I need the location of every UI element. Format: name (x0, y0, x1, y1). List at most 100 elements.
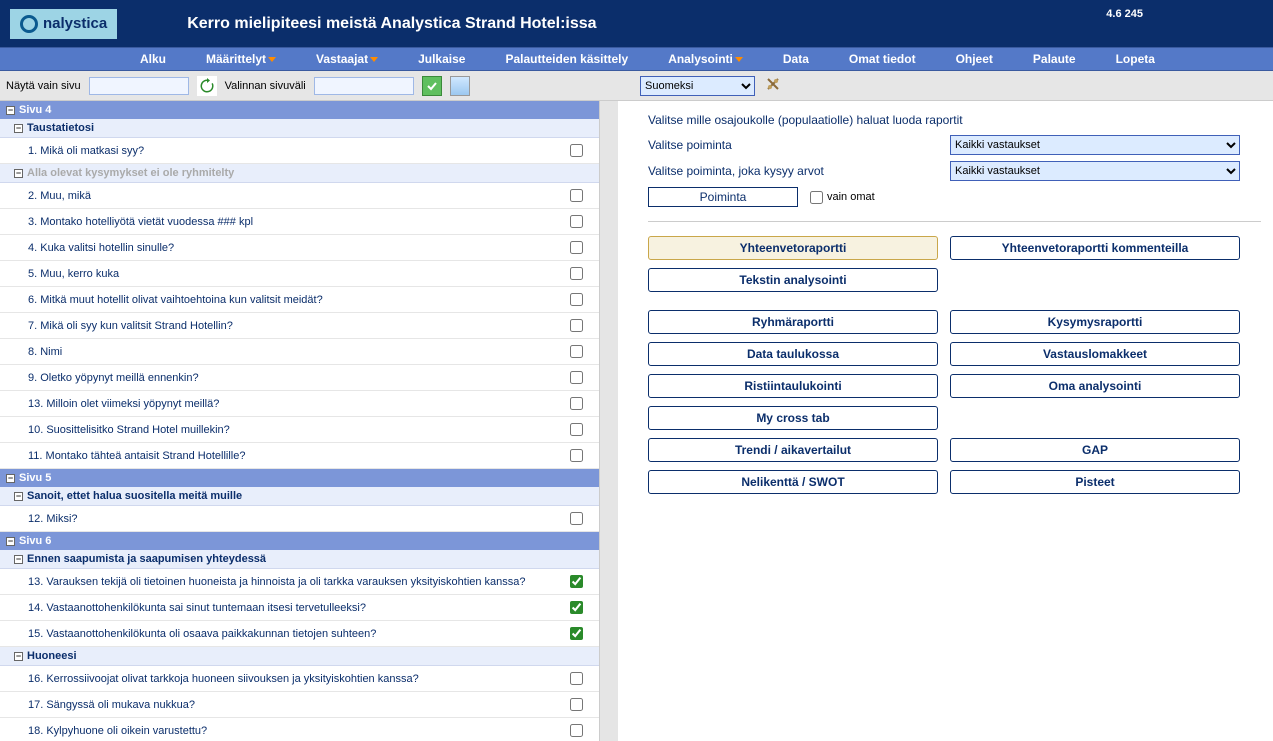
question-checkbox[interactable] (570, 397, 583, 410)
question-row[interactable]: 13. Varauksen tekijä oli tietoinen huone… (0, 569, 599, 595)
question-row[interactable]: 17. Sängyssä oli mukava nukkua? (0, 692, 599, 718)
question-checkbox[interactable] (570, 724, 583, 737)
group-header[interactable]: −Huoneesi (0, 647, 599, 666)
menu-palaute[interactable]: Palaute (1033, 52, 1076, 66)
group-header[interactable]: −Sanoit, ettet halua suositella meitä mu… (0, 487, 599, 506)
report-button[interactable]: Pisteet (950, 470, 1240, 494)
question-checkbox[interactable] (570, 319, 583, 332)
question-checkbox[interactable] (570, 627, 583, 640)
poiminta-button[interactable]: Poiminta (648, 187, 798, 207)
page-header[interactable]: −Sivu 6 (0, 532, 599, 550)
question-checkbox[interactable] (570, 698, 583, 711)
question-checkbox[interactable] (570, 575, 583, 588)
question-row[interactable]: 4. Kuka valitsi hotellin sinulle? (0, 235, 599, 261)
report-button[interactable]: Yhteenvetoraportti (648, 236, 938, 260)
menu-ohjeet[interactable]: Ohjeet (956, 52, 993, 66)
question-row[interactable]: 8. Nimi (0, 339, 599, 365)
menu-lopeta[interactable]: Lopeta (1116, 52, 1155, 66)
confirm-button[interactable] (422, 76, 442, 96)
question-row[interactable]: 14. Vastaanottohenkilökunta sai sinut tu… (0, 595, 599, 621)
question-row[interactable]: 5. Muu, kerro kuka (0, 261, 599, 287)
scrollbar[interactable] (600, 101, 618, 741)
question-row[interactable]: 12. Miksi? (0, 506, 599, 532)
menu-palautteiden käsittely[interactable]: Palautteiden käsittely (505, 52, 628, 66)
collapse-icon[interactable]: − (6, 537, 15, 546)
question-checkbox[interactable] (570, 241, 583, 254)
report-button[interactable]: Oma analysointi (950, 374, 1240, 398)
menu-omat tiedot[interactable]: Omat tiedot (849, 52, 916, 66)
question-checkbox[interactable] (570, 423, 583, 436)
question-text: 12. Miksi? (28, 513, 570, 525)
question-checkbox[interactable] (570, 512, 583, 525)
question-row[interactable]: 3. Montako hotelliyötä vietät vuodessa #… (0, 209, 599, 235)
question-row[interactable]: 15. Vastaanottohenkilökunta oli osaava p… (0, 621, 599, 647)
collapse-icon[interactable]: − (14, 652, 23, 661)
menu-julkaise[interactable]: Julkaise (418, 52, 465, 66)
menu-vastaajat[interactable]: Vastaajat (316, 52, 378, 66)
select-poiminta-label: Valitse poiminta (648, 138, 938, 152)
report-button[interactable]: Kysymysraportti (950, 310, 1240, 334)
show-only-page-input[interactable] (89, 77, 189, 95)
question-checkbox[interactable] (570, 449, 583, 462)
report-button[interactable]: Yhteenvetoraportti kommenteilla (950, 236, 1240, 260)
question-text: 8. Nimi (28, 346, 570, 358)
group-header[interactable]: −Ennen saapumista ja saapumisen yhteydes… (0, 550, 599, 569)
collapse-icon[interactable]: − (14, 555, 23, 564)
collapse-icon[interactable]: − (14, 492, 23, 501)
group-header[interactable]: −Taustatietosi (0, 119, 599, 138)
report-button[interactable]: Vastauslomakkeet (950, 342, 1240, 366)
question-text: 14. Vastaanottohenkilökunta sai sinut tu… (28, 602, 570, 614)
dropdown-arrow-icon (370, 57, 378, 62)
settings-icon[interactable] (765, 76, 781, 95)
question-row[interactable]: 10. Suosittelisitko Strand Hotel muillek… (0, 417, 599, 443)
question-checkbox[interactable] (570, 189, 583, 202)
menu-alku[interactable]: Alku (140, 52, 166, 66)
vain-omat-checkbox[interactable] (810, 191, 823, 204)
selection-range-label: Valinnan sivuväli (225, 80, 306, 92)
question-checkbox[interactable] (570, 601, 583, 614)
question-checkbox[interactable] (570, 144, 583, 157)
selection-range-input[interactable] (314, 77, 414, 95)
collapse-icon[interactable]: − (6, 106, 15, 115)
report-button[interactable]: Nelikenttä / SWOT (648, 470, 938, 494)
question-row[interactable]: 2. Muu, mikä (0, 183, 599, 209)
report-button[interactable]: GAP (950, 438, 1240, 462)
report-button[interactable]: Data taulukossa (648, 342, 938, 366)
question-checkbox[interactable] (570, 672, 583, 685)
question-checkbox[interactable] (570, 293, 583, 306)
refresh-button[interactable] (197, 76, 217, 96)
report-button[interactable]: Ryhmäraportti (648, 310, 938, 334)
question-text: 17. Sängyssä oli mukava nukkua? (28, 699, 570, 711)
report-button[interactable]: Tekstin analysointi (648, 268, 938, 292)
collapse-icon[interactable]: − (6, 474, 15, 483)
clear-button[interactable] (450, 76, 470, 96)
question-row[interactable]: 6. Mitkä muut hotellit olivat vaihtoehto… (0, 287, 599, 313)
question-row[interactable]: 9. Oletko yöpynyt meillä ennenkin? (0, 365, 599, 391)
question-row[interactable]: 11. Montako tähteä antaisit Strand Hotel… (0, 443, 599, 469)
question-checkbox[interactable] (570, 215, 583, 228)
question-checkbox[interactable] (570, 267, 583, 280)
question-text: 6. Mitkä muut hotellit olivat vaihtoehto… (28, 294, 570, 306)
question-row[interactable]: 18. Kylpyhuone oli oikein varustettu? (0, 718, 599, 741)
menu-analysointi[interactable]: Analysointi (668, 52, 743, 66)
question-checkbox[interactable] (570, 345, 583, 358)
question-row[interactable]: 13. Milloin olet viimeksi yöpynyt meillä… (0, 391, 599, 417)
group-header[interactable]: −Alla olevat kysymykset ei ole ryhmitelt… (0, 164, 599, 183)
question-row[interactable]: 7. Mikä oli syy kun valitsit Strand Hote… (0, 313, 599, 339)
collapse-icon[interactable]: − (14, 169, 23, 178)
select-poiminta-ask[interactable]: Kaikki vastaukset (950, 161, 1240, 181)
menu-data[interactable]: Data (783, 52, 809, 66)
menu-määrittelyt[interactable]: Määrittelyt (206, 52, 276, 66)
report-button[interactable]: Ristiintaulukointi (648, 374, 938, 398)
page-header[interactable]: −Sivu 5 (0, 469, 599, 487)
page-header[interactable]: −Sivu 4 (0, 101, 599, 119)
question-row[interactable]: 16. Kerrossiivoojat olivat tarkkoja huon… (0, 666, 599, 692)
language-select[interactable]: Suomeksi (640, 76, 755, 96)
report-button[interactable]: Trendi / aikavertailut (648, 438, 938, 462)
version-label: 4.6 245 (1106, 8, 1143, 20)
question-checkbox[interactable] (570, 371, 583, 384)
select-poiminta[interactable]: Kaikki vastaukset (950, 135, 1240, 155)
question-row[interactable]: 1. Mikä oli matkasi syy? (0, 138, 599, 164)
collapse-icon[interactable]: − (14, 124, 23, 133)
report-button[interactable]: My cross tab (648, 406, 938, 430)
